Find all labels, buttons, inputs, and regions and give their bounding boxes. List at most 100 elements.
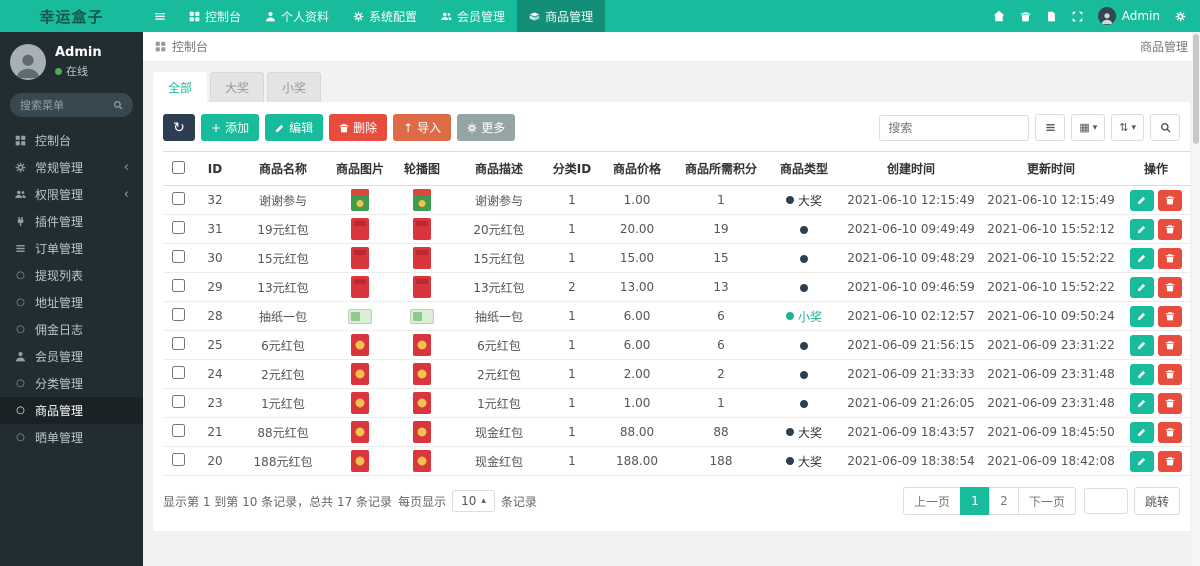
- refresh-button[interactable]: ↻: [163, 114, 195, 141]
- select-all-checkbox[interactable]: [171, 160, 185, 174]
- more-button[interactable]: 更多: [457, 114, 516, 141]
- next-page-button[interactable]: 下一页: [1017, 487, 1076, 515]
- row-checkbox[interactable]: [171, 395, 185, 408]
- tab-small-prize[interactable]: 小奖: [267, 72, 322, 102]
- nav-item-profile[interactable]: 个人资料: [253, 0, 341, 32]
- row-delete-button[interactable]: [1158, 305, 1182, 327]
- column-header-update-time[interactable]: 更新时间: [981, 151, 1121, 186]
- table-search-input[interactable]: [879, 114, 1030, 141]
- prev-page-button[interactable]: 上一页: [902, 487, 961, 515]
- row-delete-button[interactable]: [1158, 450, 1182, 472]
- avatar[interactable]: [10, 44, 46, 80]
- row-edit-button[interactable]: [1130, 189, 1154, 211]
- sidebar-toggle-button[interactable]: ≡: [143, 0, 177, 32]
- nav-item-member[interactable]: 会员管理: [429, 0, 517, 32]
- row-edit-button[interactable]: [1130, 247, 1154, 269]
- column-header-create-time[interactable]: 创建时间: [841, 151, 981, 186]
- sidebar-item-category[interactable]: ○ 分类管理: [0, 370, 143, 397]
- cell-actions: [1121, 214, 1191, 244]
- row-edit-button[interactable]: [1130, 392, 1154, 414]
- sidebar-item-permission[interactable]: 权限管理 ‹: [0, 181, 143, 208]
- row-checkbox[interactable]: [171, 424, 185, 437]
- column-header-carousel[interactable]: 轮播图: [391, 151, 453, 186]
- column-header-type[interactable]: 商品类型: [767, 151, 841, 186]
- row-checkbox[interactable]: [171, 221, 185, 234]
- column-header-category-id[interactable]: 分类ID: [545, 151, 599, 186]
- sidebar-item-withdraw[interactable]: ○ 提现列表: [0, 262, 143, 289]
- scrollbar-thumb[interactable]: [1193, 34, 1199, 144]
- column-header-desc[interactable]: 商品描述: [453, 151, 545, 186]
- app-logo[interactable]: 幸运盒子: [0, 0, 143, 32]
- column-header-points[interactable]: 商品所需积分: [675, 151, 767, 186]
- column-header-name[interactable]: 商品名称: [237, 151, 329, 186]
- menu-search-input[interactable]: [20, 98, 107, 112]
- row-edit-button[interactable]: [1130, 450, 1154, 472]
- export-dropdown-button[interactable]: ⇅ ▾: [1111, 114, 1144, 141]
- tab-all[interactable]: 全部: [153, 72, 208, 102]
- row-edit-button[interactable]: [1130, 305, 1154, 327]
- file-icon[interactable]: [1046, 11, 1057, 22]
- sidebar-item-console[interactable]: 控制台: [0, 127, 143, 154]
- jump-page-input[interactable]: [1083, 488, 1128, 514]
- row-delete-button[interactable]: [1158, 392, 1182, 414]
- search-icon[interactable]: [113, 100, 123, 110]
- tab-big-prize[interactable]: 大奖: [210, 72, 265, 102]
- import-button[interactable]: ↑ 导入: [393, 114, 452, 141]
- sidebar-item-address[interactable]: ○ 地址管理: [0, 289, 143, 316]
- nav-item-config[interactable]: 系统配置: [341, 0, 429, 32]
- page-button-2[interactable]: 2: [988, 487, 1019, 515]
- row-checkbox[interactable]: [171, 308, 185, 321]
- row-delete-button[interactable]: [1158, 276, 1182, 298]
- row-delete-button[interactable]: [1158, 247, 1182, 269]
- per-page-dropdown[interactable]: 10 ▴: [452, 490, 495, 512]
- sidebar-item-product[interactable]: ○ 商品管理: [0, 397, 143, 424]
- row-checkbox[interactable]: [171, 192, 185, 205]
- row-checkbox[interactable]: [171, 279, 185, 292]
- row-edit-button[interactable]: [1130, 421, 1154, 443]
- row-checkbox[interactable]: [171, 366, 185, 379]
- row-edit-button[interactable]: [1130, 276, 1154, 298]
- fullscreen-icon[interactable]: [1072, 11, 1083, 22]
- column-header-id[interactable]: ID: [193, 151, 237, 186]
- row-delete-button[interactable]: [1158, 189, 1182, 211]
- sidebar-item-plugin[interactable]: 插件管理: [0, 208, 143, 235]
- home-icon[interactable]: [993, 10, 1005, 22]
- scrollbar[interactable]: [1192, 32, 1200, 566]
- column-header-image[interactable]: 商品图片: [329, 151, 391, 186]
- delete-button[interactable]: 删除: [329, 114, 388, 141]
- search-toggle-button[interactable]: [1150, 114, 1180, 141]
- sidebar-item-order[interactable]: 订单管理: [0, 235, 143, 262]
- sidebar-item-member[interactable]: 会员管理: [0, 343, 143, 370]
- cell-category-id: 1: [545, 330, 599, 360]
- settings-icon[interactable]: [1175, 11, 1186, 22]
- column-header-price[interactable]: 商品价格: [599, 151, 675, 186]
- row-checkbox[interactable]: [171, 337, 185, 350]
- row-delete-button[interactable]: [1158, 218, 1182, 240]
- cell-desc: 1元红包: [453, 388, 545, 418]
- view-toggle-button[interactable]: [1035, 114, 1066, 141]
- trash-icon[interactable]: [1020, 11, 1031, 22]
- row-edit-button[interactable]: [1130, 334, 1154, 356]
- cell-carousel: [391, 388, 453, 418]
- sidebar-item-order-show[interactable]: ○ 晒单管理: [0, 424, 143, 451]
- sidebar-item-commission[interactable]: ○ 佣金日志: [0, 316, 143, 343]
- breadcrumb-left[interactable]: 控制台: [172, 38, 208, 55]
- page-button-1[interactable]: 1: [959, 487, 990, 515]
- add-button[interactable]: + 添加: [201, 114, 260, 141]
- cell-type: 大奖: [767, 417, 841, 447]
- row-delete-button[interactable]: [1158, 421, 1182, 443]
- circle-icon: ○: [16, 432, 25, 443]
- row-delete-button[interactable]: [1158, 363, 1182, 385]
- columns-dropdown-button[interactable]: ▦ ▾: [1071, 114, 1106, 141]
- sidebar-item-general[interactable]: 常规管理 ‹: [0, 154, 143, 181]
- edit-button[interactable]: 编辑: [265, 114, 324, 141]
- nav-item-product[interactable]: 商品管理: [517, 0, 606, 32]
- row-checkbox[interactable]: [171, 250, 185, 263]
- jump-button[interactable]: 跳转: [1133, 487, 1180, 515]
- row-checkbox[interactable]: [171, 453, 185, 466]
- user-menu[interactable]: Admin: [1097, 7, 1160, 25]
- nav-item-console[interactable]: 控制台: [177, 0, 253, 32]
- row-delete-button[interactable]: [1158, 334, 1182, 356]
- row-edit-button[interactable]: [1130, 218, 1154, 240]
- row-edit-button[interactable]: [1130, 363, 1154, 385]
